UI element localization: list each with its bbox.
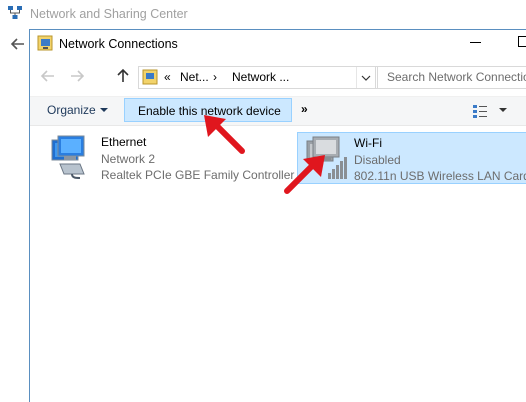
up-arrow-icon[interactable] — [115, 68, 131, 84]
address-dropdown[interactable] — [356, 67, 375, 88]
navigation-bar: « Net... › Network ... Search Network Co… — [30, 61, 526, 91]
ethernet-adapter-icon — [51, 135, 85, 179]
breadcrumb-item[interactable]: Net... — [180, 70, 209, 84]
address-overflow[interactable]: « — [164, 70, 171, 84]
search-placeholder: Search Network Connections — [387, 70, 526, 84]
command-bar: Organize Enable this network device » — [30, 96, 526, 126]
connection-device: 802.11n USB Wireless LAN Card — [354, 169, 526, 183]
search-input[interactable]: Search Network Connections — [377, 66, 526, 89]
chevron-down-icon[interactable] — [100, 108, 108, 112]
window-title: Network Connections — [59, 37, 178, 51]
network-connections-icon — [37, 35, 53, 51]
back-arrow-icon[interactable] — [40, 68, 56, 84]
back-arrow-icon[interactable] — [10, 36, 26, 52]
chevron-down-icon — [361, 75, 371, 81]
organize-button[interactable]: Organize — [47, 103, 96, 117]
network-connections-window: Network Connections « Net... › Network .… — [29, 29, 526, 402]
maximize-icon[interactable] — [518, 36, 526, 47]
network-sharing-icon — [8, 6, 22, 19]
connection-name: Wi-Fi — [354, 136, 382, 150]
more-commands-button[interactable]: » — [301, 102, 308, 116]
titlebar: Network Connections — [30, 30, 526, 60]
chevron-down-icon[interactable] — [499, 108, 507, 112]
connection-status: Disabled — [354, 153, 401, 167]
connection-wifi[interactable]: Wi-Fi Disabled 802.11n USB Wireless LAN … — [297, 132, 526, 184]
breadcrumb-item[interactable]: Network ... — [232, 70, 289, 84]
connection-status: Network 2 — [101, 152, 156, 166]
connection-name: Ethernet — [101, 135, 147, 149]
control-panel-icon — [142, 69, 158, 85]
change-view-icon[interactable] — [472, 103, 488, 119]
annotation-arrow-icon — [284, 155, 325, 194]
address-bar[interactable]: « Net... › Network ... — [138, 66, 376, 89]
breadcrumb-separator-icon[interactable]: › — [213, 70, 217, 84]
minimize-icon[interactable] — [470, 42, 481, 43]
connection-device: Realtek PCIe GBE Family Controller — [101, 168, 295, 182]
annotation-arrow-icon — [204, 115, 245, 154]
background-titlebar: Network and Sharing Center — [0, 0, 526, 28]
connection-ethernet[interactable]: Ethernet Network 2 Realtek PCIe GBE Fami… — [44, 132, 294, 184]
background-window-title: Network and Sharing Center — [30, 7, 188, 21]
forward-arrow-icon[interactable] — [69, 68, 85, 84]
